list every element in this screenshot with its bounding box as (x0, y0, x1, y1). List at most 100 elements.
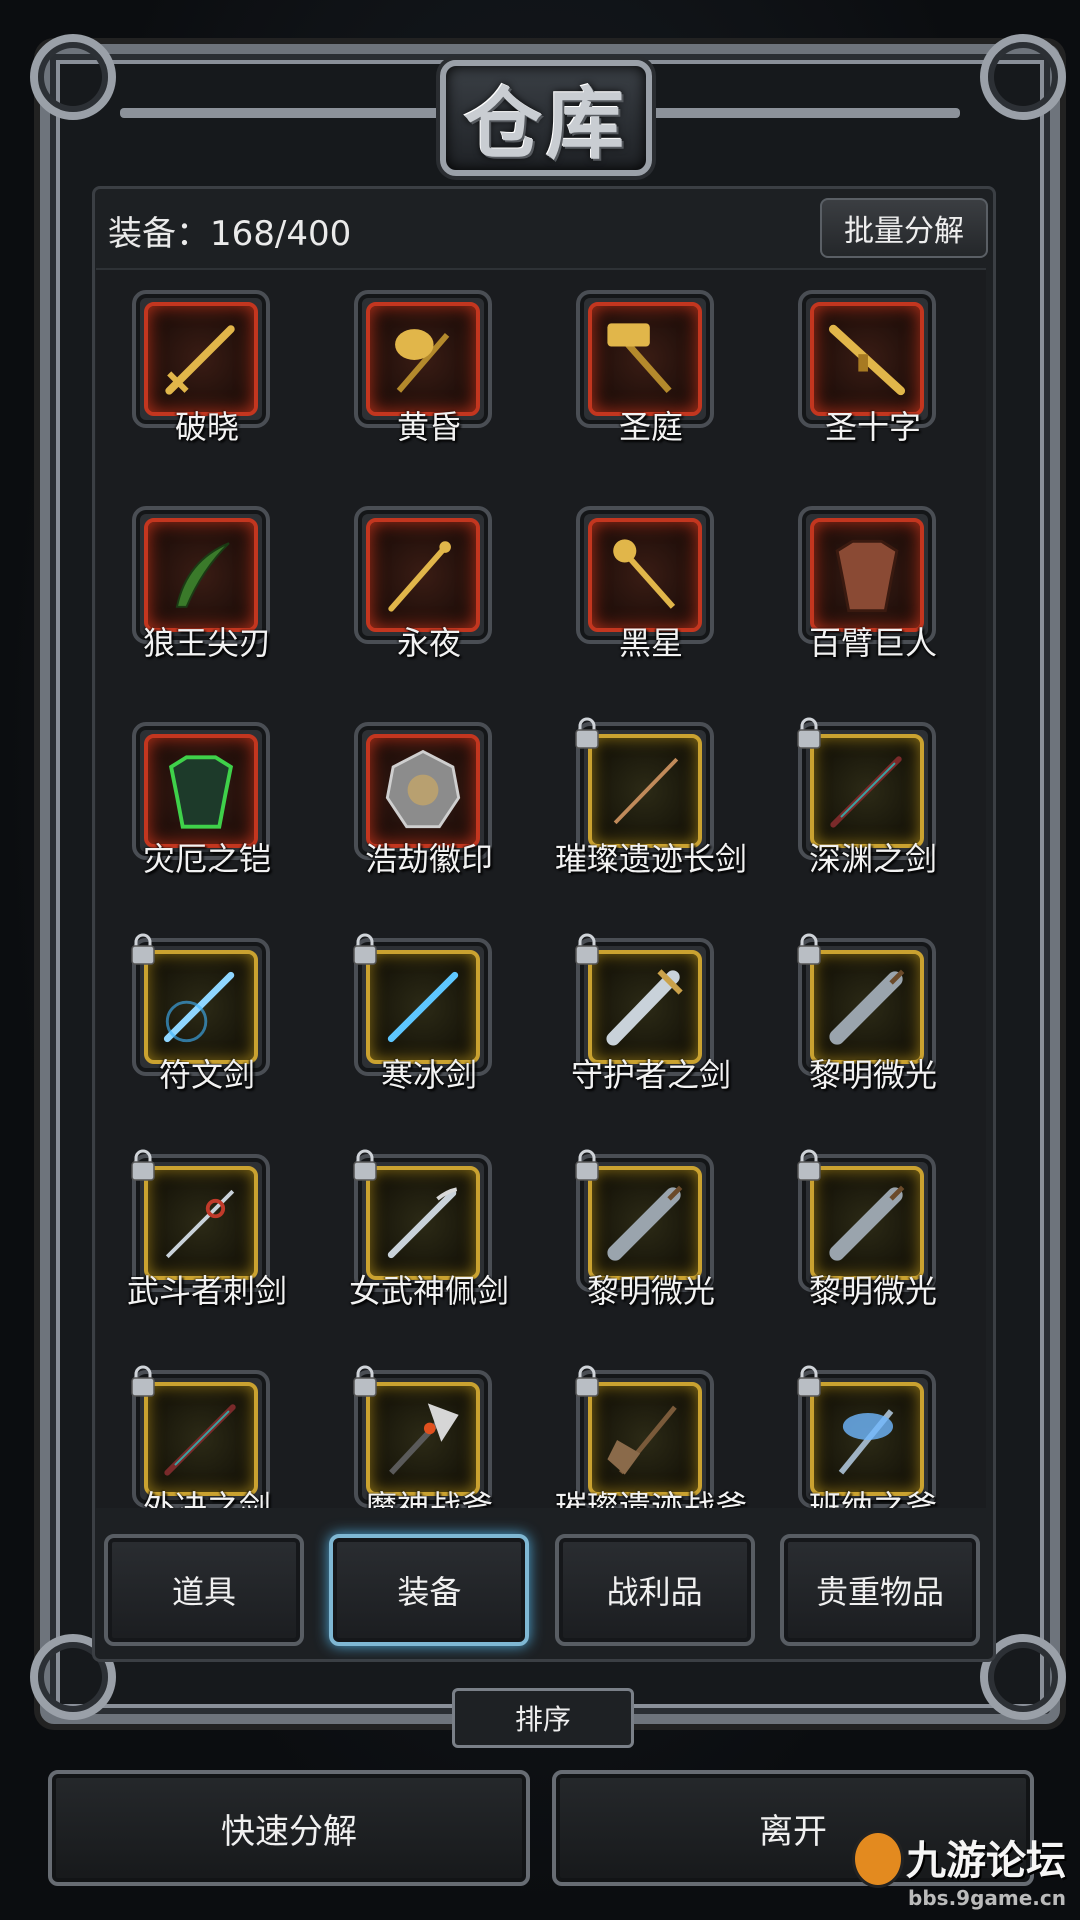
emblem-icon (366, 734, 480, 848)
inventory-item[interactable]: 符文剑 (96, 930, 318, 1146)
inventory-item[interactable]: 黑星 (540, 498, 762, 714)
golden-hammer-icon (588, 302, 702, 416)
inventory-item[interactable]: 黄昏 (318, 282, 540, 498)
inventory-item[interactable]: 寒冰剑 (318, 930, 540, 1146)
broad-sword-icon (588, 950, 702, 1064)
inventory-item[interactable]: 圣庭 (540, 282, 762, 498)
demon-axe-icon (366, 1382, 480, 1496)
item-name: 黎明微光 (808, 1272, 937, 1310)
cleaver-sword-icon (810, 950, 924, 1064)
green-armor-icon (144, 734, 258, 848)
inventory-item[interactable]: 浩劫徽印 (318, 714, 540, 930)
item-name: 黎明微光 (808, 1056, 937, 1094)
mace-icon (588, 518, 702, 632)
tab-loot[interactable]: 战利品 (554, 1534, 755, 1646)
inventory-item[interactable]: 外决之剑 (96, 1362, 318, 1508)
item-grid: 破晓 黄昏 圣庭 圣十字狼王尖刃 永夜 黑星 百臂巨人灾厄之铠 浩劫徽印 璀璨遗迹… (96, 282, 986, 1508)
armor-icon (810, 518, 924, 632)
lock-icon (794, 1364, 824, 1398)
tab-equipment[interactable]: 装备 (329, 1534, 530, 1646)
inventory-item[interactable]: 璀璨遗迹长剑 (540, 714, 762, 930)
item-name: 女武神佩剑 (348, 1272, 509, 1310)
item-name: 深渊之剑 (808, 840, 937, 878)
item-name: 寒冰剑 (380, 1056, 477, 1094)
item-name: 璀璨遗迹长剑 (554, 840, 747, 878)
item-grid-viewport[interactable]: 破晓 黄昏 圣庭 圣十字狼王尖刃 永夜 黑星 百臂巨人灾厄之铠 浩劫徽印 璀璨遗迹… (96, 268, 986, 1508)
item-name: 魔神战斧 (364, 1488, 493, 1508)
watermark-url: bbs.9game.cn (908, 1886, 1066, 1910)
inventory-item[interactable]: 破晓 (96, 282, 318, 498)
lock-icon (572, 1148, 602, 1182)
golden-sword-icon (144, 302, 258, 416)
inventory-item[interactable]: 百臂巨人 (762, 498, 984, 714)
item-name: 黑星 (618, 624, 683, 662)
page-title: 仓库 (463, 79, 628, 170)
item-name: 班纳之斧 (808, 1488, 937, 1508)
long-sword-icon (588, 734, 702, 848)
dark-sword-icon (144, 1382, 258, 1496)
lock-icon (350, 1148, 380, 1182)
quick-decompose-button[interactable]: 快速分解 (48, 1770, 530, 1886)
inventory-item[interactable]: 深渊之剑 (762, 714, 984, 930)
inventory-item[interactable]: 守护者之剑 (540, 930, 762, 1146)
war-axe-icon (588, 1382, 702, 1496)
lock-icon (128, 1148, 158, 1182)
cleaver-sword-icon (810, 1166, 924, 1280)
inventory-item[interactable]: 狼王尖刃 (96, 498, 318, 714)
item-name: 武斗者刺剑 (126, 1272, 287, 1310)
item-name: 狼王尖刃 (142, 624, 271, 662)
golden-gun-icon (810, 302, 924, 416)
item-name: 圣庭 (618, 408, 683, 446)
inventory-item[interactable]: 女武神佩剑 (318, 1146, 540, 1362)
rapier-icon (144, 1166, 258, 1280)
inventory-item[interactable]: 灾厄之铠 (96, 714, 318, 930)
item-name: 黄昏 (396, 408, 461, 446)
sort-button[interactable]: 排序 (452, 1688, 634, 1748)
lock-icon (794, 932, 824, 966)
item-name: 永夜 (396, 624, 461, 662)
valkyrie-sword-icon (366, 1166, 480, 1280)
batch-decompose-button[interactable]: 批量分解 (820, 198, 988, 258)
title-plate: 仓库 (440, 60, 652, 176)
inventory-item[interactable]: 魔神战斧 (318, 1362, 540, 1508)
inventory-item[interactable]: 永夜 (318, 498, 540, 714)
title-ornament-right (640, 108, 960, 118)
lock-icon (794, 716, 824, 750)
category-tabs: 道具 装备 战利品 贵重物品 (104, 1534, 980, 1650)
lock-icon (128, 1364, 158, 1398)
rune-sword-icon (144, 950, 258, 1064)
blue-axe-icon (810, 1382, 924, 1496)
forum-watermark: 九游论坛 bbs.9game.cn (852, 1828, 1066, 1910)
inventory-item[interactable]: 璀璨遗迹战斧 (540, 1362, 762, 1508)
lock-icon (794, 1148, 824, 1182)
frame-ornament-top-left (30, 34, 116, 120)
tab-valuables[interactable]: 贵重物品 (779, 1534, 980, 1646)
item-name: 百臂巨人 (808, 624, 937, 662)
inventory-item[interactable]: 班纳之斧 (762, 1362, 984, 1508)
equipment-capacity: 装备：168/400 (108, 214, 352, 254)
cleaver-sword-icon (588, 1166, 702, 1280)
inventory-item[interactable]: 黎明微光 (762, 930, 984, 1146)
dagger-icon (366, 518, 480, 632)
lock-icon (572, 932, 602, 966)
golden-axe-icon (366, 302, 480, 416)
item-name: 浩劫徽印 (364, 840, 493, 878)
inventory-item[interactable]: 圣十字 (762, 282, 984, 498)
item-name: 外决之剑 (142, 1488, 271, 1508)
inventory-item[interactable]: 武斗者刺剑 (96, 1146, 318, 1362)
tab-items[interactable]: 道具 (104, 1534, 304, 1646)
lock-icon (350, 932, 380, 966)
frame-ornament-top-right (980, 34, 1066, 120)
inventory-item[interactable]: 黎明微光 (540, 1146, 762, 1362)
lock-icon (572, 716, 602, 750)
lock-icon (572, 1364, 602, 1398)
item-name: 符文剑 (158, 1056, 255, 1094)
lock-icon (128, 932, 158, 966)
item-name: 灾厄之铠 (142, 840, 271, 878)
inventory-item[interactable]: 黎明微光 (762, 1146, 984, 1362)
curved-blade-icon (144, 518, 258, 632)
item-name: 黎明微光 (586, 1272, 715, 1310)
lock-icon (350, 1364, 380, 1398)
watermark-title: 九游论坛 (906, 1838, 1066, 1884)
title-ornament-left (120, 108, 440, 118)
